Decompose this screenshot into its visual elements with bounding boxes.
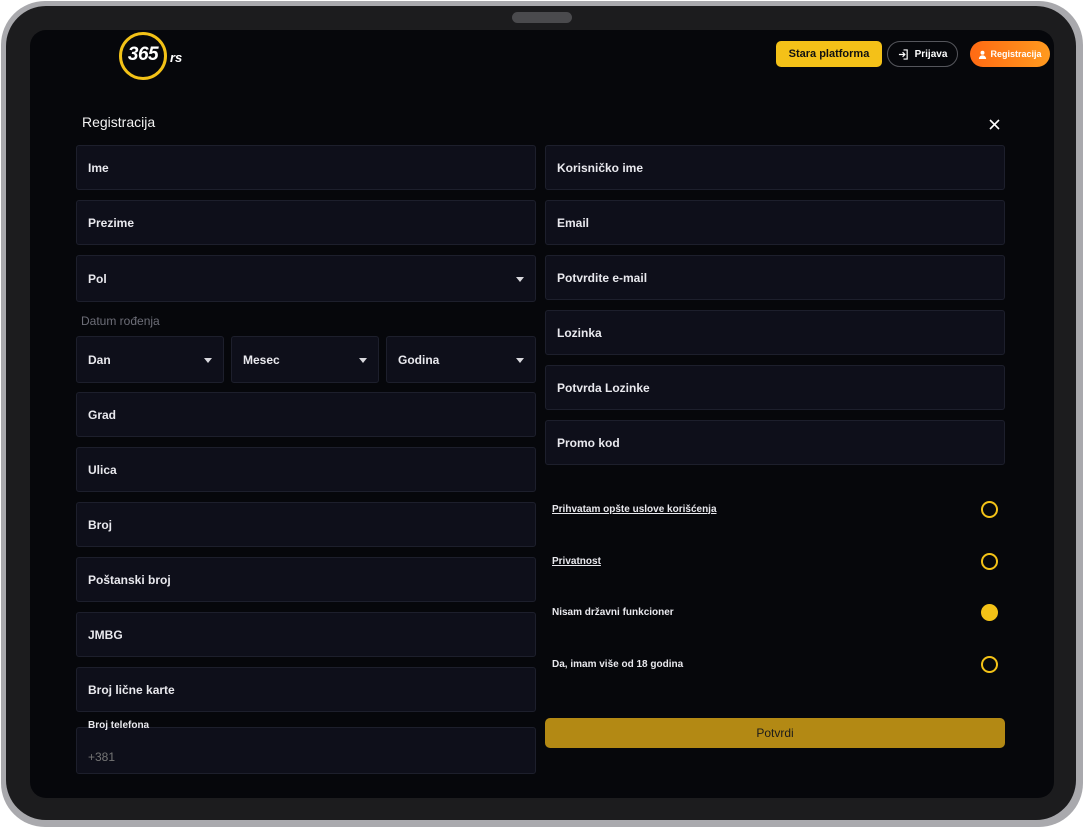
user-icon [979, 50, 987, 59]
terms-link[interactable]: Prihvatam opšte uslove korišćenja [552, 504, 717, 515]
modal-title: Registracija [82, 114, 156, 130]
last-name-field[interactable]: Prezime [76, 200, 536, 245]
chevron-down-icon [516, 276, 524, 282]
logo-number: 365 [127, 44, 159, 65]
terms-checkbox-row[interactable]: Prihvatam opšte uslove korišćenja [552, 499, 998, 519]
register-label: Registracija [990, 49, 1042, 59]
phone-label: Broj telefona [88, 720, 150, 731]
month-label: Mesec [243, 352, 280, 367]
privacy-link[interactable]: Privatnost [552, 556, 601, 567]
register-button[interactable]: Registracija [970, 41, 1050, 67]
day-label: Dan [88, 352, 111, 367]
official-radio[interactable] [981, 603, 998, 621]
terms-radio[interactable] [981, 500, 998, 518]
password-confirm-field[interactable]: Potvrda Lozinke [545, 365, 1005, 410]
postal-code-field[interactable]: Poštanski broj [76, 557, 536, 602]
number-field[interactable]: Broj [76, 502, 536, 547]
submit-button[interactable]: Potvrdi [545, 718, 1005, 748]
street-field[interactable]: Ulica [76, 447, 536, 492]
login-icon [898, 48, 908, 60]
logo[interactable]: 365 rs [119, 32, 189, 80]
chevron-down-icon [516, 357, 524, 363]
jmbg-field[interactable]: JMBG [76, 612, 536, 657]
first-name-field[interactable]: Ime [76, 145, 536, 190]
year-select[interactable]: Godina [386, 336, 536, 383]
phone-input[interactable] [76, 727, 536, 774]
promo-code-field[interactable]: Promo kod [545, 420, 1005, 465]
privacy-radio[interactable] [981, 552, 998, 570]
official-label: Nisam državni funkcioner [552, 606, 674, 618]
app-screen: 365 rs Stara platforma Prijava Registrac… [30, 30, 1054, 798]
day-select[interactable]: Dan [76, 336, 224, 383]
gender-label: Pol [88, 271, 107, 286]
age-checkbox-row[interactable]: Da, imam više od 18 godina [552, 654, 998, 674]
age-radio[interactable] [981, 655, 998, 673]
close-button[interactable] [984, 114, 1004, 134]
dob-label: Datum rođenja [81, 314, 160, 328]
login-button[interactable]: Prijava [887, 41, 958, 67]
email-confirm-field[interactable]: Potvrdite e-mail [545, 255, 1005, 300]
password-field[interactable]: Lozinka [545, 310, 1005, 355]
month-select[interactable]: Mesec [231, 336, 379, 383]
chevron-down-icon [359, 357, 367, 363]
age-label: Da, imam više od 18 godina [552, 658, 684, 670]
year-label: Godina [398, 352, 440, 367]
id-card-field[interactable]: Broj lične karte [76, 667, 536, 712]
gender-select[interactable]: Pol [76, 255, 536, 302]
email-field[interactable]: Email [545, 200, 1005, 245]
username-field[interactable]: Korisničko ime [545, 145, 1005, 190]
tablet-notch [512, 12, 572, 23]
login-label: Prijava [914, 48, 948, 60]
official-checkbox-row[interactable]: Nisam državni funkcioner [552, 602, 998, 622]
close-icon [988, 118, 1000, 130]
privacy-checkbox-row[interactable]: Privatnost [552, 551, 998, 571]
old-platform-button[interactable]: Stara platforma [776, 41, 882, 67]
chevron-down-icon [204, 357, 212, 363]
logo-suffix: rs [170, 50, 183, 65]
city-field[interactable]: Grad [76, 392, 536, 437]
